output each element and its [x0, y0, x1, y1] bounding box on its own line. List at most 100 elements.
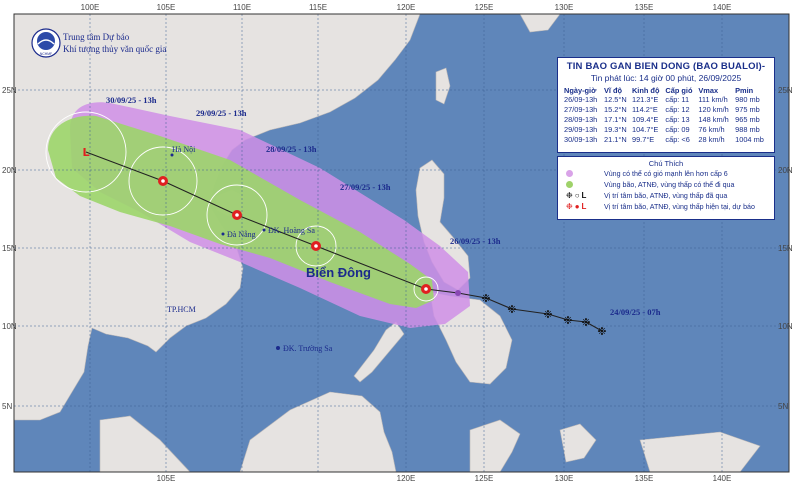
- forecast-label: 29/09/25 - 13h: [196, 108, 247, 118]
- red-depression-icon: ●: [574, 201, 580, 211]
- table-cell: 104.7°E: [631, 125, 659, 134]
- table-row: 30/09-13h 21.1°N 99.7°E cấp: <6 28 km/h …: [563, 135, 769, 145]
- forecast-label: 28/09/25 - 13h: [266, 144, 317, 154]
- city-marker-icon: [221, 232, 225, 236]
- bulletin-issued: Tin phát lúc: 14 giờ 00 phút, 26/09/2025: [590, 73, 742, 83]
- table-cell: 980 mb: [735, 95, 760, 104]
- agency-name: Trung tâm Dự báo Khí tượng thủy văn quốc…: [63, 31, 166, 55]
- place-danang: Đà Nẵng: [227, 230, 256, 239]
- table-row: 27/09-13h 15.2°N 114.2°E cấp: 12 120 km/…: [563, 105, 769, 115]
- lat-label: 15N: [778, 244, 793, 253]
- table-row: 29/09-13h 19.3°N 104.7°E cấp: 09 76 km/h…: [563, 125, 769, 135]
- table-cell: 975 mb: [735, 105, 760, 114]
- table-cell: 27/09-13h: [564, 105, 598, 114]
- lat-label: 20N: [2, 166, 17, 175]
- sea-name: Biển Đông: [306, 265, 371, 280]
- table-cell: 15.2°N: [603, 105, 627, 114]
- lon-label: 125E: [475, 474, 494, 483]
- table-cell: 1004 mb: [735, 135, 764, 144]
- legend-text: Vị trí tâm bão, ATNĐ, vùng thấp đã qua: [604, 191, 728, 200]
- lat-label: 5N: [778, 402, 788, 411]
- legend-item-storm-zone: Vùng bão, ATNĐ, vùng thấp có thể đi qua: [558, 179, 774, 190]
- agency-line-1: Trung tâm Dự báo: [63, 32, 130, 42]
- lon-labels-bottom: 105E 120E 125E 130E 135E 140E: [157, 474, 732, 483]
- place-hanoi: Hà Nội: [172, 145, 196, 154]
- place-hoangsa: ĐK. Hoàng Sa: [268, 226, 315, 235]
- legend-item-current-position: ❉ ● L Vị trí tâm bão, ATNĐ, vùng thấp hi…: [558, 201, 774, 212]
- table-cell: 121.3°E: [631, 95, 659, 104]
- table-cell: cấp: 11: [665, 95, 690, 104]
- table-cell: 111 km/h: [698, 95, 728, 104]
- legend-text: Vùng có thể có gió mạnh lên hơn cấp 6: [604, 169, 728, 178]
- forecast-label: 24/09/25 - 07h: [610, 307, 661, 317]
- legend-title: Chú Thích: [648, 159, 684, 168]
- table-cell: 19.3°N: [603, 125, 627, 134]
- past-storm-icon: ❉: [507, 303, 516, 316]
- table-cell: cấp: 09: [665, 125, 690, 134]
- table-header: Cấp gió: [665, 86, 693, 95]
- lat-label: 5N: [2, 402, 12, 411]
- table-cell: 17.1°N: [603, 115, 627, 124]
- legend-panel: Chú Thích Vùng có thể có gió mạnh lên hơ…: [557, 156, 775, 220]
- lon-label: 135E: [635, 3, 654, 12]
- lat-label: 25N: [2, 86, 17, 95]
- table-header: Kinh độ: [631, 86, 660, 95]
- table-cell: 12.5°N: [603, 95, 627, 104]
- table-cell: 29/09-13h: [564, 125, 598, 134]
- logo-caption: NCHMF: [40, 52, 52, 56]
- island-marker-icon: [276, 346, 280, 350]
- legend-item-past-position: ❉ ○ L Vị trí tâm bão, ATNĐ, vùng thấp đã…: [558, 190, 774, 201]
- storm-map: 100E 105E 110E 115E 120E 125E 130E 135E …: [0, 0, 800, 484]
- lon-label: 130E: [555, 474, 574, 483]
- table-header-row: Ngày-giờ Vĩ độ Kinh độ Cấp gió Vmax Pmin: [563, 86, 769, 95]
- purple-dot-icon: [566, 170, 573, 177]
- lon-label: 140E: [713, 3, 732, 12]
- bulletin-title: TIN BAO GAN BIEN DONG (BAO BUALOI)-: [566, 61, 766, 72]
- table-cell: 21.1°N: [603, 135, 627, 144]
- bulletin-panel: TIN BAO GAN BIEN DONG (BAO BUALOI)- Tin …: [557, 57, 775, 153]
- table-row: 26/09-13h 12.5°N 121.3°E cấp: 11 111 km/…: [563, 95, 769, 105]
- place-hcm: TP.HCM: [167, 305, 196, 314]
- legend-item-wind-zone: Vùng có thể có gió mạnh lên hơn cấp 6: [558, 168, 774, 179]
- black-storm-icon: ❉: [566, 190, 573, 200]
- table-cell: 99.7°E: [631, 135, 655, 144]
- black-low-icon: L: [581, 190, 587, 200]
- past-position-icon: [455, 290, 461, 296]
- red-storm-icon: ❉: [566, 201, 573, 211]
- past-storm-icon: ❉: [563, 314, 572, 327]
- lon-label: 120E: [397, 3, 416, 12]
- table-cell: 28/09-13h: [564, 115, 598, 124]
- table-cell: cấp: 12: [665, 105, 690, 114]
- table-cell: 148 km/h: [698, 115, 729, 124]
- table-cell: cấp: <6: [665, 135, 690, 144]
- low-pressure-icon: L: [82, 146, 89, 159]
- table-cell: 76 km/h: [698, 125, 725, 134]
- lon-label: 135E: [635, 474, 654, 483]
- table-cell: 28 km/h: [698, 135, 725, 144]
- black-depression-icon: ○: [574, 190, 580, 200]
- lon-labels-top: 100E 105E 110E 115E 120E 125E 130E 135E …: [81, 3, 732, 12]
- lon-label: 105E: [157, 474, 176, 483]
- place-truongsa: ĐK. Trường Sa: [283, 344, 333, 353]
- lat-label: 10N: [2, 322, 17, 331]
- lon-label: 115E: [309, 3, 327, 12]
- lat-label: 25N: [778, 86, 793, 95]
- table-header: Vmax: [698, 86, 719, 95]
- legend-text: Vị trí tâm bão, ATNĐ, vùng thấp hiện tại…: [604, 202, 755, 211]
- lon-label: 140E: [713, 474, 732, 483]
- lon-label: 130E: [555, 3, 574, 12]
- lat-label: 10N: [778, 322, 793, 331]
- forecast-label: 30/09/25 - 13h: [106, 95, 157, 105]
- island-marker-icon: [262, 228, 266, 232]
- legend-text: Vùng bão, ATNĐ, vùng thấp có thể đi qua: [604, 180, 735, 189]
- lon-label: 120E: [397, 474, 416, 483]
- table-cell: 120 km/h: [698, 105, 729, 114]
- past-storm-icon: ❉: [597, 325, 606, 338]
- lon-label: 125E: [475, 3, 494, 12]
- lat-label: 15N: [2, 244, 17, 253]
- past-storm-icon: ❉: [581, 316, 590, 329]
- green-dot-icon: [566, 181, 573, 188]
- lon-label: 110E: [233, 3, 251, 12]
- lon-label: 100E: [81, 3, 100, 12]
- table-header: Ngày-giờ: [564, 86, 597, 95]
